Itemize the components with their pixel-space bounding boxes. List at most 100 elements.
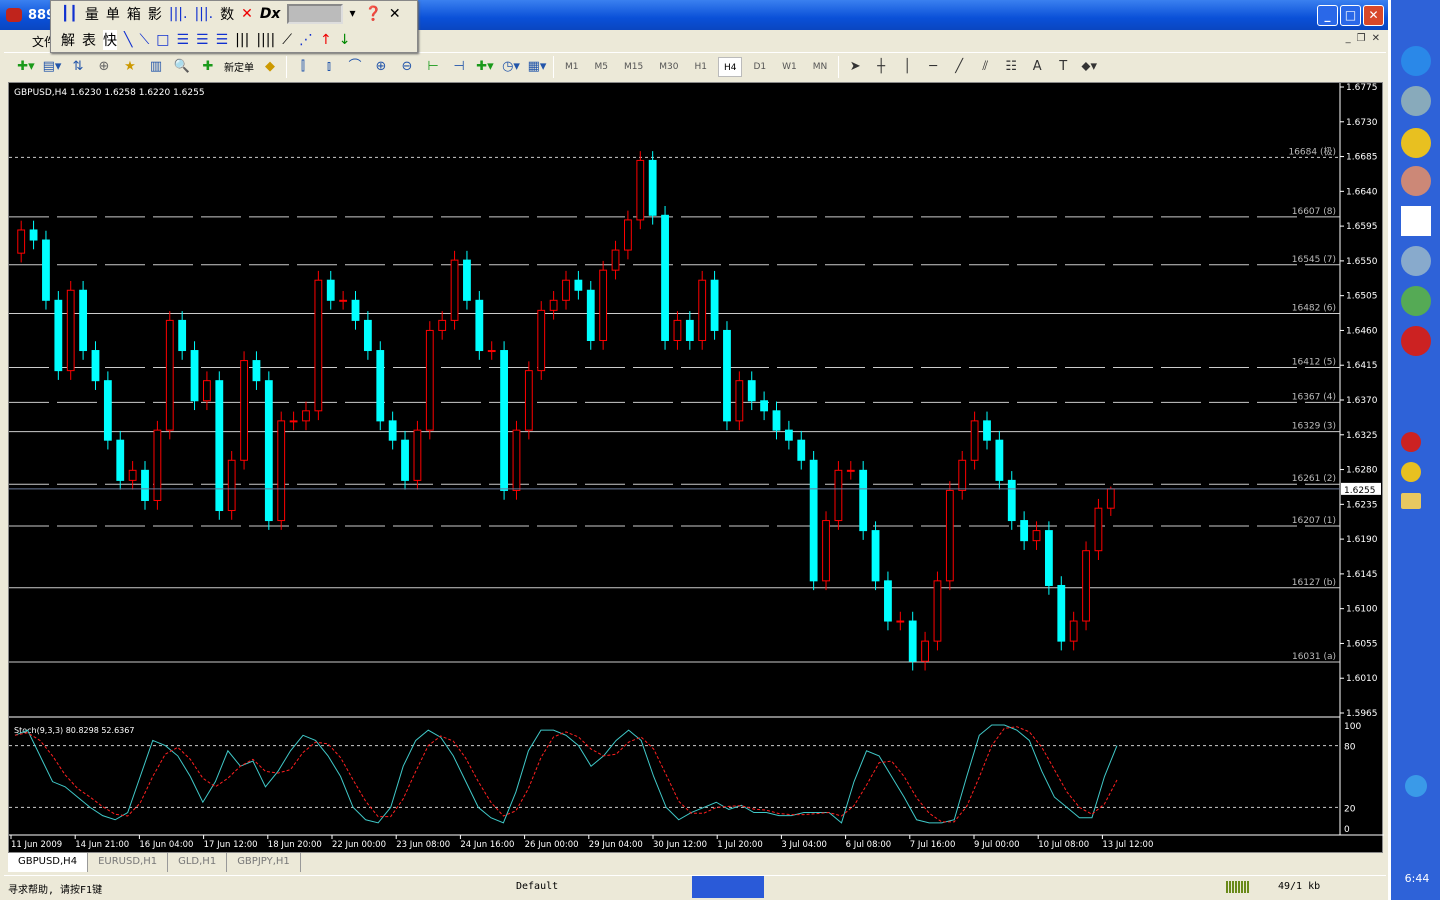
channel-icon[interactable]: ⟍ <box>139 32 149 48</box>
zoom-out-icon[interactable]: ⊖ <box>397 56 417 78</box>
ftool-4[interactable]: 影 <box>148 4 162 24</box>
bar-chart-icon[interactable]: ⫿ <box>293 56 313 78</box>
tab-gld-h1[interactable]: GLD,H1 <box>168 853 228 872</box>
arrows-icon[interactable]: ⬥▾ <box>1079 56 1099 78</box>
candles-icon[interactable]: ┃┃ <box>61 6 78 22</box>
vlines2-icon[interactable]: |||| <box>256 32 275 48</box>
new-order-button[interactable]: 新定单 <box>224 59 254 74</box>
ftool-7[interactable]: 表 <box>82 30 96 50</box>
rectangle-icon[interactable]: □ <box>156 32 169 48</box>
candle-body <box>958 459 967 491</box>
tester-icon[interactable]: 🔍 <box>172 56 192 78</box>
app4-icon[interactable] <box>1401 246 1431 276</box>
tray-expand-icon[interactable] <box>1405 775 1427 797</box>
timeframe-h4[interactable]: H4 <box>717 56 743 77</box>
candle-body <box>524 370 533 431</box>
dx-icon[interactable]: Dx <box>260 6 281 22</box>
cross-icon[interactable]: ✕ <box>241 6 253 22</box>
chart-tabs: GBPUSD,H4 EURUSD,H1 GLD,H1 GBPJPY,H1 <box>8 853 1383 872</box>
timeframe-m15[interactable]: M15 <box>619 57 648 77</box>
bars-icon[interactable]: |||. <box>169 6 188 22</box>
expert-icon[interactable]: ◆ <box>260 56 280 78</box>
market-watch-icon[interactable]: ⇅ <box>68 56 88 78</box>
ftool-5[interactable]: 数 <box>220 4 234 24</box>
text-lines-icon[interactable]: ☰ <box>216 32 229 48</box>
help-icon[interactable]: ❓ <box>364 6 381 22</box>
autoscroll-icon[interactable]: ⊢ <box>423 56 443 78</box>
maximize-button[interactable]: □ <box>1340 5 1361 26</box>
arrow-down-icon[interactable]: ↓ <box>339 32 351 48</box>
timeframe-h1[interactable]: H1 <box>689 57 712 77</box>
candle-body <box>54 299 63 372</box>
zoom-in-icon[interactable]: ⊕ <box>371 56 391 78</box>
templates-icon[interactable]: ▦▾ <box>527 56 547 78</box>
new-order-icon[interactable]: ✚ <box>198 56 218 78</box>
task-app-icon[interactable] <box>1401 462 1421 482</box>
price-label: 1.6505 <box>1346 292 1378 302</box>
minimize-button[interactable]: _ <box>1317 5 1338 26</box>
floating-close-icon[interactable]: ✕ <box>389 6 401 22</box>
app2-icon[interactable] <box>1401 128 1431 158</box>
fibonacci-icon[interactable]: ☷ <box>1001 56 1021 78</box>
navigator-icon[interactable]: ⊕ <box>94 56 114 78</box>
arrow-up-icon[interactable]: ↑ <box>320 32 332 48</box>
tab-gbpusd-h4[interactable]: GBPUSD,H4 <box>8 853 89 872</box>
time-label: 11 Jun 2009 <box>11 840 62 850</box>
new-chart-icon[interactable]: ✚▾ <box>16 56 36 78</box>
close-button[interactable]: ✕ <box>1363 5 1384 26</box>
timeframe-d1[interactable]: D1 <box>748 57 771 77</box>
fan-icon[interactable]: ⟋ <box>282 32 292 48</box>
fan2-icon[interactable]: ⋰ <box>299 32 313 48</box>
periods-icon[interactable]: ◷▾ <box>501 56 521 78</box>
floating-select[interactable] <box>287 4 355 24</box>
bars2-icon[interactable]: |||. <box>194 6 213 22</box>
price-chart[interactable]: GBPUSD,H4 1.6230 1.6258 1.6220 1.6255 St… <box>9 83 1384 854</box>
vlines-icon[interactable]: ||| <box>235 32 249 48</box>
ftool-2[interactable]: 单 <box>106 4 120 24</box>
horizontal-line-icon[interactable]: ─ <box>923 56 943 78</box>
mdi-minimize-icon[interactable]: _ <box>1346 33 1351 44</box>
timeframe-m1[interactable]: M1 <box>560 57 584 77</box>
paint-icon[interactable] <box>1401 166 1431 196</box>
odl-icon[interactable] <box>1401 326 1431 356</box>
timeframe-w1[interactable]: W1 <box>777 57 802 77</box>
trendline-icon[interactable]: ╱ <box>949 56 969 78</box>
timeframe-m5[interactable]: M5 <box>590 57 614 77</box>
timeframe-mn[interactable]: MN <box>808 57 833 77</box>
text-icon[interactable]: A <box>1027 56 1047 78</box>
equidistant-channel-icon[interactable]: ⫽ <box>975 56 995 78</box>
crosshair-icon[interactable]: ┼ <box>871 56 891 78</box>
input-method-bar[interactable] <box>692 876 764 898</box>
ftool-3[interactable]: 箱 <box>127 4 141 24</box>
app3-icon[interactable] <box>1401 206 1431 236</box>
task-odl-icon[interactable] <box>1401 432 1421 452</box>
chart-shift-icon[interactable]: ⊣ <box>449 56 469 78</box>
chart-window[interactable]: GBPUSD,H4 1.6230 1.6258 1.6220 1.6255 St… <box>8 82 1384 854</box>
fibo-icon[interactable]: ☰ <box>196 32 209 48</box>
ftool-8[interactable]: 快 <box>103 30 117 50</box>
timeframe-m30[interactable]: M30 <box>654 57 683 77</box>
tab-eurusd-h1[interactable]: EURUSD,H1 <box>88 853 169 872</box>
terminal-icon[interactable]: ▥ <box>146 56 166 78</box>
ie-icon[interactable] <box>1401 46 1431 76</box>
stoch-k-line <box>14 724 1118 824</box>
line-chart-icon[interactable]: ⌒ <box>345 56 365 78</box>
text-label-icon[interactable]: T <box>1053 56 1073 78</box>
price-label: 1.6010 <box>1346 674 1378 684</box>
cursor-icon[interactable]: ➤ <box>845 56 865 78</box>
profiles-icon[interactable]: ▤▾ <box>42 56 62 78</box>
line-icon[interactable]: ╲ <box>124 32 132 48</box>
mdi-restore-icon[interactable]: ❐ <box>1357 33 1366 44</box>
ftool-6[interactable]: 解 <box>61 30 75 50</box>
ftool-1[interactable]: 量 <box>85 4 99 24</box>
app-icon[interactable] <box>1401 86 1431 116</box>
mdi-close-icon[interactable]: ✕ <box>1372 33 1380 44</box>
vertical-line-icon[interactable]: │ <box>897 56 917 78</box>
messenger-icon[interactable] <box>1401 286 1431 316</box>
gann-icon[interactable]: ☰ <box>176 32 189 48</box>
candle-chart-icon[interactable]: ⫾ <box>319 56 339 78</box>
task-folder-icon[interactable] <box>1401 493 1421 509</box>
favorites-icon[interactable]: ★ <box>120 56 140 78</box>
indicators-icon[interactable]: ✚▾ <box>475 56 495 78</box>
tab-gbpjpy-h1[interactable]: GBPJPY,H1 <box>227 853 301 872</box>
